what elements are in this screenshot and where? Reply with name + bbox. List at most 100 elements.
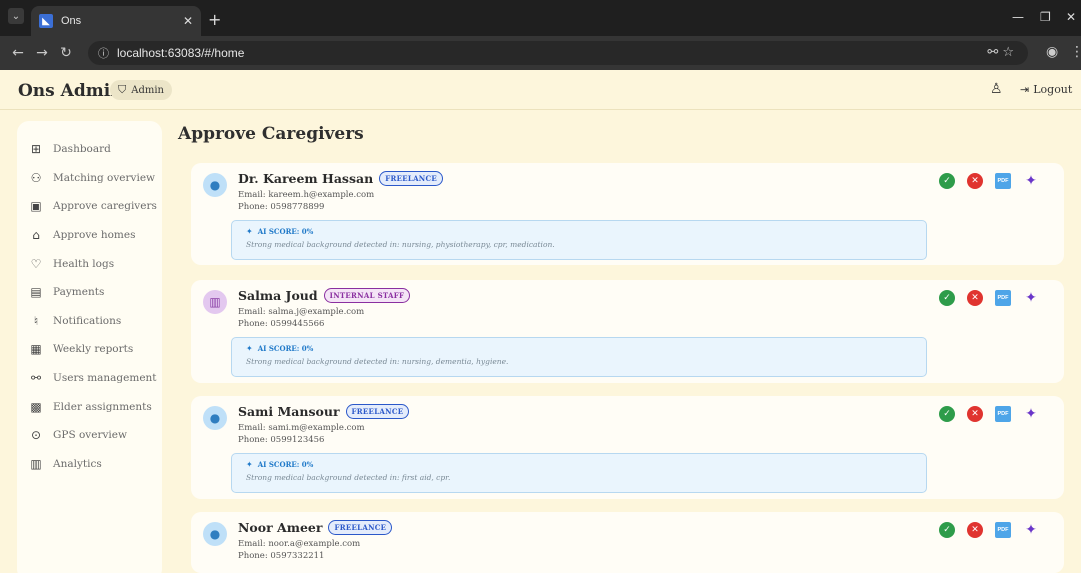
home-icon: ⌂	[32, 228, 40, 243]
profile-icon[interactable]: ♙	[990, 81, 1003, 97]
caregiver-type-badge: INTERNAL STAFF	[323, 288, 411, 303]
browser-profile-icon[interactable]: ◉	[1046, 44, 1058, 60]
sidebar-item-users-management[interactable]: ⚯ Users management	[17, 364, 162, 393]
card-actions: ✓ ✕ PDF ✦	[939, 406, 1039, 422]
sidebar-item-matching-overview[interactable]: ⚇ Matching overview	[17, 164, 162, 193]
sidebar-item-weekly-reports[interactable]: ▦ Weekly reports	[17, 335, 162, 364]
sidebar-item-label: Notifications	[53, 314, 122, 327]
caregiver-name: Salma Joud	[238, 288, 318, 303]
sidebar-item-approve-homes[interactable]: ⌂ Approve homes	[17, 221, 162, 250]
pdf-document-icon[interactable]: PDF	[995, 173, 1011, 189]
bell-icon: ♮	[33, 313, 39, 328]
building-avatar-icon: ▥	[203, 290, 227, 314]
minimize-icon[interactable]: —	[1012, 10, 1024, 24]
reject-x-icon[interactable]: ✕	[967, 406, 983, 422]
logout-button[interactable]: ⇥ Logout	[1020, 83, 1072, 96]
ai-score-label: AI SCORE: 0%	[257, 344, 314, 353]
role-chip: ⛉ Admin	[110, 80, 172, 100]
person-avatar-icon: ●	[203, 522, 227, 546]
person-avatar-icon: ●	[203, 406, 227, 430]
reload-icon[interactable]: ↻	[54, 45, 78, 61]
browser-tab[interactable]: ◣ Ons ✕	[31, 6, 201, 36]
new-tab-icon[interactable]: +	[208, 10, 221, 29]
browser-tab-bar: ⌄ ◣ Ons ✕ + — ❐ ✕	[0, 0, 1081, 36]
caregiver-type-badge: FREELANCE	[345, 404, 410, 419]
maximize-icon[interactable]: ❐	[1040, 10, 1051, 24]
caregiver-name: Sami Mansour	[238, 404, 340, 419]
logout-label: Logout	[1033, 83, 1073, 96]
back-icon[interactable]: ←	[6, 45, 30, 61]
tab-search-icon[interactable]: ⌄	[8, 8, 24, 24]
caregiver-phone: Phone: 0597332211	[238, 551, 325, 561]
logout-icon: ⇥	[1020, 83, 1030, 96]
report-icon: ▦	[30, 342, 42, 357]
card-actions: ✓ ✕ PDF ✦	[939, 173, 1039, 189]
url-text: localhost:63083/#/home	[117, 46, 245, 60]
pdf-document-icon[interactable]: PDF	[995, 290, 1011, 306]
groups-icon: ⚇	[30, 170, 42, 185]
sidebar-item-notifications[interactable]: ♮ Notifications	[17, 307, 162, 336]
sidebar-item-analytics[interactable]: ▥ Analytics	[17, 450, 162, 479]
caregiver-phone: Phone: 0598778899	[238, 202, 325, 212]
close-tab-icon[interactable]: ✕	[183, 14, 193, 28]
reject-x-icon[interactable]: ✕	[967, 173, 983, 189]
sidebar-item-gps-overview[interactable]: ⊙ GPS overview	[17, 421, 162, 450]
sidebar-item-label: Users management	[53, 372, 157, 385]
ai-sparkle-icon[interactable]: ✦	[1023, 406, 1039, 422]
ai-score-label: AI SCORE: 0%	[257, 227, 314, 236]
approve-check-icon[interactable]: ✓	[939, 406, 955, 422]
caregiver-type-badge: FREELANCE	[328, 520, 393, 535]
role-chip-label: Admin	[131, 84, 164, 96]
caregiver-card: ▥ Salma Joud INTERNAL STAFF Email: salma…	[191, 280, 1064, 383]
location-icon: ⊙	[30, 428, 42, 443]
approve-check-icon[interactable]: ✓	[939, 522, 955, 538]
sidebar-item-label: Weekly reports	[53, 343, 134, 356]
browser-menu-icon[interactable]: ⋮	[1070, 44, 1081, 60]
ai-score-label: AI SCORE: 0%	[257, 460, 314, 469]
ai-sparkle-icon: ✦	[246, 227, 253, 236]
bookmark-star-icon[interactable]: ⚯ ☆	[987, 45, 1014, 60]
caregiver-email: Email: kareem.h@example.com	[238, 190, 375, 200]
caregiver-email: Email: salma.j@example.com	[238, 307, 365, 317]
ai-sparkle-icon[interactable]: ✦	[1023, 290, 1039, 306]
heart-icon: ♡	[30, 256, 42, 271]
approve-check-icon[interactable]: ✓	[939, 173, 955, 189]
ai-note: Strong medical background detected in: n…	[246, 357, 509, 366]
caregiver-type-badge: FREELANCE	[379, 171, 444, 186]
sidebar-item-approve-caregivers[interactable]: ▣ Approve caregivers	[17, 192, 162, 221]
reject-x-icon[interactable]: ✕	[967, 290, 983, 306]
approve-check-icon[interactable]: ✓	[939, 290, 955, 306]
caregiver-name: Noor Ameer	[238, 520, 323, 535]
ai-note: Strong medical background detected in: n…	[246, 240, 555, 249]
caregiver-phone: Phone: 0599445566	[238, 319, 325, 329]
caregiver-phone: Phone: 0599123456	[238, 435, 325, 445]
reject-x-icon[interactable]: ✕	[967, 522, 983, 538]
sidebar-item-label: Health logs	[53, 257, 115, 270]
caregiver-email: Email: sami.m@example.com	[238, 423, 365, 433]
caregiver-card: ● Dr. Kareem Hassan FREELANCE Email: kar…	[191, 163, 1064, 265]
forward-icon[interactable]: →	[30, 45, 54, 61]
ai-score-box: ✦ AI SCORE: 0% Strong medical background …	[231, 220, 927, 260]
sidebar-item-elder-assignments[interactable]: ▩ Elder assignments	[17, 392, 162, 421]
ai-note: Strong medical background detected in: f…	[246, 473, 451, 482]
url-field[interactable]: ⓘ localhost:63083/#/home ⚯ ☆	[88, 41, 1028, 65]
sidebar-item-payments[interactable]: ▤ Payments	[17, 278, 162, 307]
sidebar-item-health-logs[interactable]: ♡ Health logs	[17, 249, 162, 278]
ai-score-box: ✦ AI SCORE: 0% Strong medical background …	[231, 453, 927, 493]
ai-sparkle-icon[interactable]: ✦	[1023, 173, 1039, 189]
site-info-icon[interactable]: ⓘ	[98, 45, 109, 61]
sidebar-item-dashboard[interactable]: ⊞ Dashboard	[17, 135, 162, 164]
flutter-icon: ◣	[39, 14, 53, 28]
app-header: Ons Admin ⛉ Admin ♙ ⇥ Logout	[0, 70, 1081, 110]
analytics-icon: ▥	[30, 456, 42, 471]
brand-title: Ons Admin	[18, 81, 123, 101]
payments-icon: ▤	[30, 285, 42, 300]
pdf-document-icon[interactable]: PDF	[995, 522, 1011, 538]
sidebar-item-label: Matching overview	[53, 171, 156, 184]
person-avatar-icon: ●	[203, 173, 227, 197]
address-bar: ← → ↻ ⓘ localhost:63083/#/home ⚯ ☆	[0, 36, 1081, 70]
assignment-icon: ▩	[30, 399, 42, 414]
pdf-document-icon[interactable]: PDF	[995, 406, 1011, 422]
ai-sparkle-icon[interactable]: ✦	[1023, 522, 1039, 538]
close-window-icon[interactable]: ✕	[1066, 10, 1076, 24]
